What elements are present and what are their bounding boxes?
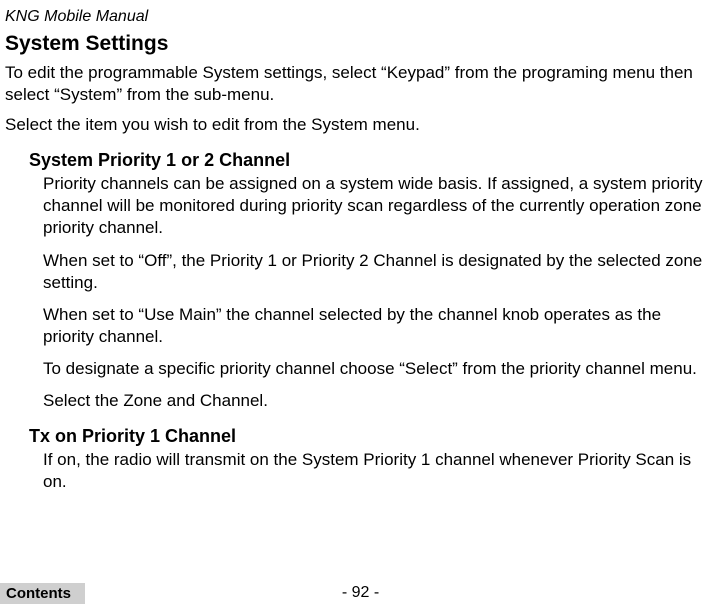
paragraph: Select the Zone and Channel. (43, 390, 716, 412)
doc-header: KNG Mobile Manual (5, 8, 716, 26)
section-body: Priority channels can be assigned on a s… (43, 173, 716, 412)
section-body: If on, the radio will transmit on the Sy… (43, 449, 716, 493)
paragraph: If on, the radio will transmit on the Sy… (43, 449, 716, 493)
section-priority-channel: System Priority 1 or 2 Channel Priority … (29, 150, 716, 412)
page-number: - 92 - (0, 584, 721, 602)
intro-paragraph-2: Select the item you wish to edit from th… (5, 114, 716, 136)
page-footer: - 92 - Contents (0, 582, 721, 604)
paragraph: When set to “Use Main” the channel selec… (43, 304, 716, 348)
contents-button[interactable]: Contents (0, 583, 85, 604)
page-title: System Settings (5, 32, 716, 56)
section-heading: Tx on Priority 1 Channel (29, 426, 716, 447)
intro-paragraph-1: To edit the programmable System settings… (5, 62, 716, 106)
page-content: KNG Mobile Manual System Settings To edi… (0, 0, 721, 493)
section-tx-priority: Tx on Priority 1 Channel If on, the radi… (29, 426, 716, 493)
paragraph: When set to “Off”, the Priority 1 or Pri… (43, 250, 716, 294)
paragraph: Priority channels can be assigned on a s… (43, 173, 716, 239)
paragraph: To designate a specific priority channel… (43, 358, 716, 380)
section-heading: System Priority 1 or 2 Channel (29, 150, 716, 171)
